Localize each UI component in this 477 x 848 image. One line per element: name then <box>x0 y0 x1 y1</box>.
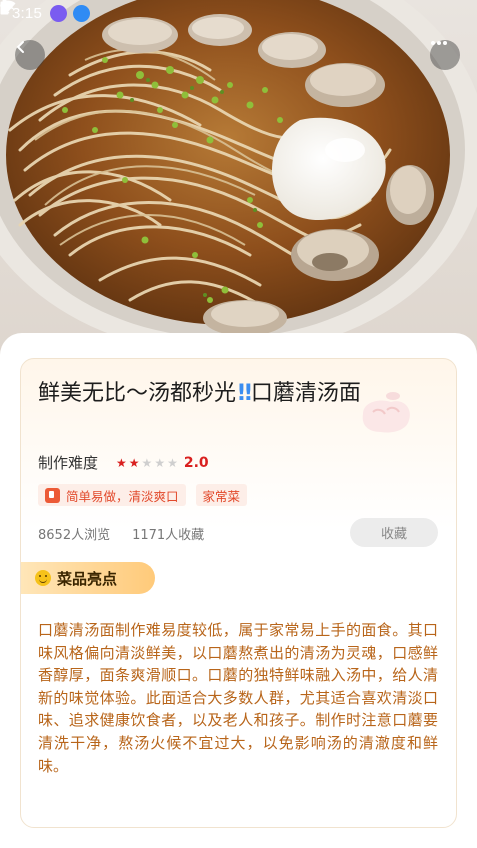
star-empty-icon: ★ <box>154 455 166 470</box>
title-text-part2: 口蘑清汤面 <box>250 381 361 406</box>
views-count: 8652人浏览 <box>38 528 111 543</box>
download-icon <box>2 1 90 22</box>
difficulty-score: 2.0 <box>183 454 209 471</box>
tag-easy-label: 简单易做，清淡爽口 <box>66 488 179 504</box>
favorites-count: 1171人收藏 <box>132 528 205 543</box>
stats-row: 8652人浏览 1171人收藏 <box>38 524 204 543</box>
title-text-part1: 鲜美无比～汤都秒光 <box>38 381 237 406</box>
collect-button[interactable]: 收藏 <box>350 518 438 547</box>
difficulty-label: 制作难度 <box>38 454 99 472</box>
back-button[interactable] <box>15 40 45 70</box>
difficulty-row: 制作难度 ★ ★ ★ ★ ★ 2.0 <box>38 452 209 473</box>
hero-image: 3:15 <box>0 0 477 360</box>
highlight-title: 菜品亮点 <box>57 569 118 588</box>
more-dots-icon <box>431 41 447 45</box>
star-empty-icon: ★ <box>167 455 178 470</box>
cat-paw-decoration-icon <box>362 392 410 433</box>
moon-app-icon <box>0 0 67 22</box>
tag-row: 简单易做，清淡爽口 家常菜 <box>38 484 248 506</box>
star-filled-icon: ★ <box>128 455 140 470</box>
tag-easy[interactable]: 简单易做，清淡爽口 <box>38 484 186 506</box>
star-filled-icon: ★ <box>116 455 127 470</box>
bookmark-tag-icon <box>45 487 60 503</box>
status-bar: 3:15 <box>0 0 477 26</box>
highlight-badge: 菜品亮点 <box>21 562 155 594</box>
double-exclamation-icon: ‼ <box>238 381 252 406</box>
status-time: 3:15 <box>12 4 42 22</box>
star-empty-icon: ★ <box>141 455 153 470</box>
tag-home-cooking-label: 家常菜 <box>202 488 241 504</box>
smile-icon <box>35 570 51 586</box>
highlight-description: 口蘑清汤面制作难易度较低，属于家常易上手的面食。其口味风格偏向清淡鲜美，以口蘑熬… <box>38 621 438 775</box>
chevron-left-icon <box>16 41 24 53</box>
more-button[interactable] <box>430 40 460 70</box>
noodle-soup-photo <box>0 0 477 355</box>
difficulty-stars: ★ ★ ★ ★ ★ <box>116 456 178 470</box>
tag-home-cooking[interactable]: 家常菜 <box>195 484 248 506</box>
